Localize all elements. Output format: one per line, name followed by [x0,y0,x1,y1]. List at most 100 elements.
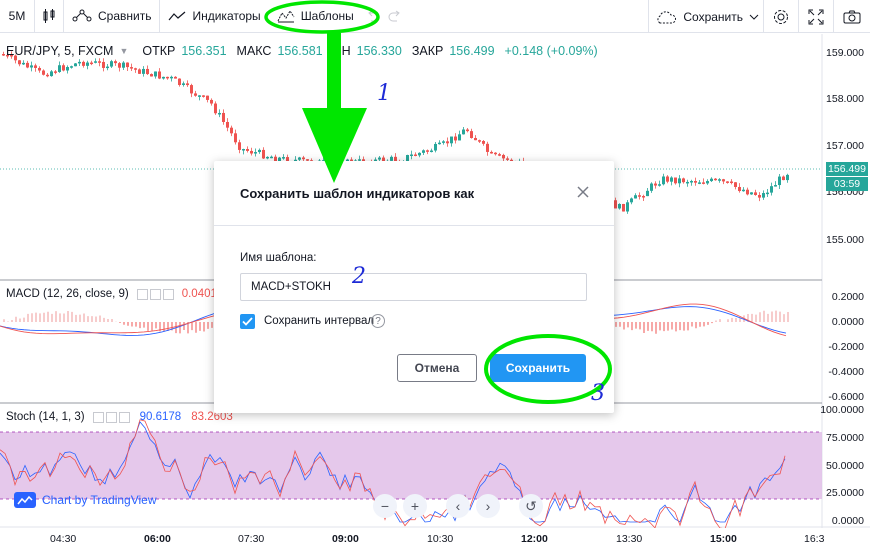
macd-axis-label: 0.0000 [831,316,864,328]
candle-body [486,143,489,152]
settings-button[interactable] [764,0,798,33]
candle-body [666,176,669,182]
time-axis-label: 06:00 [144,533,171,545]
candle-body [262,149,265,159]
candle-body [766,192,769,195]
save-button[interactable]: Сохранить [490,354,586,382]
candle-body [502,154,505,159]
reset-chart-button[interactable]: ↺ [519,494,543,518]
checkmark-icon [242,317,253,326]
redo-button[interactable] [384,0,406,33]
candle-body [678,178,681,184]
zoom-out-button[interactable]: − [373,494,397,518]
candle-body [490,151,493,154]
candle-body [642,196,645,198]
candle-body [74,63,77,67]
candle-body [702,182,705,184]
low-key: ИН [332,44,351,58]
time-axis-label: 13:30 [616,533,643,545]
candle-body [426,150,429,152]
high-key: МАКС [236,44,272,58]
candle-body [686,181,689,184]
candle-body [466,129,469,132]
candle-body [150,74,153,77]
symbol-dropdown-icon[interactable]: ▼ [119,46,128,56]
macd-title[interactable]: MACD (12, 26, close, 9) [6,288,129,300]
compare-button[interactable]: Сравнить [64,0,159,33]
stoch-controls[interactable] [92,411,130,423]
candle-body [50,71,53,77]
candle-body [670,177,673,182]
macd-controls[interactable] [136,288,174,300]
candle-body [142,68,145,74]
stoch-axis-label: 25.0000 [826,487,864,499]
interval-button[interactable]: 5M [0,0,34,33]
candle-body [410,154,413,157]
close-icon[interactable] [162,288,174,300]
gear-icon[interactable] [149,288,161,300]
change-value: +0.148 (+0.09%) [504,44,598,58]
eye-icon[interactable] [136,288,148,300]
candle-body [226,121,229,128]
compare-icon [72,9,92,23]
countdown-tag: 03:59 [826,177,868,191]
undo-button[interactable] [362,0,384,33]
candle-body [146,68,149,75]
save-interval-label[interactable]: Сохранить интервал [264,315,374,327]
eye-icon[interactable] [92,411,104,423]
template-name-input[interactable] [240,273,587,301]
time-axis-label: 07:30 [238,533,265,545]
minus-icon: − [380,498,390,514]
candle-body [438,142,441,145]
zoom-in-button[interactable]: + [403,494,427,518]
time-axis-label: 10:30 [427,533,454,545]
candle-body [414,154,417,157]
chevron-left-icon: ‹ [455,498,461,514]
macd-value: 0.0401 [181,288,217,300]
save-dropdown-button[interactable] [749,0,763,33]
candle-body [82,61,85,66]
candle-body [454,136,457,141]
close-icon[interactable] [576,185,590,199]
candle-body [458,134,461,141]
stoch-axis-label: 50.0000 [826,460,864,472]
indicators-button[interactable]: Индикаторы [160,0,268,33]
candle-body [46,74,49,77]
fullscreen-button[interactable] [799,0,833,33]
save-layout-button[interactable]: Сохранить [649,0,749,33]
help-icon[interactable]: ? [371,314,385,328]
candle-body [18,60,21,65]
candle-body [498,154,501,156]
candle-body [742,189,745,192]
candle-body [198,95,201,97]
gear-icon[interactable] [105,411,117,423]
last-price-tag: 156.499 [826,162,868,176]
candle-body [690,180,693,183]
macd-axis-label: 0.2000 [831,291,864,303]
cancel-button[interactable]: Отмена [397,354,477,382]
candle-body [282,157,285,159]
candle-body [134,68,137,70]
candle-body [166,76,169,79]
candle-body [22,62,25,65]
candle-body [162,76,165,79]
tradingview-branding[interactable]: Chart by TradingView [14,492,157,508]
candle-body [30,65,33,68]
stoch-title[interactable]: Stoch (14, 1, 3) [6,411,85,423]
candle-body [254,152,257,154]
symbol-label[interactable]: EUR/JPY, 5, FXCM [6,44,113,58]
stoch-band [0,432,822,499]
chart-type-button[interactable] [35,0,63,33]
candle-body [98,61,101,63]
close-icon[interactable] [118,411,130,423]
snapshot-button[interactable] [834,0,870,33]
templates-button[interactable]: Шаблоны [269,0,362,33]
candle-body [266,156,269,159]
candle-body [190,85,193,94]
indicators-icon [168,10,186,22]
save-interval-checkbox[interactable] [240,314,255,329]
candle-body [782,176,785,181]
scroll-right-button[interactable]: › [476,494,500,518]
candle-body [238,142,241,150]
scroll-left-button[interactable]: ‹ [446,494,470,518]
